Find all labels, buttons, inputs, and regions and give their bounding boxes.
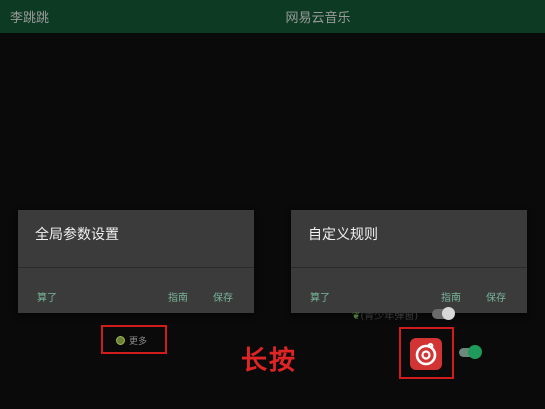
global-settings-dialog: 全局参数设置 算了 指南 保存 [18,210,254,313]
guide-button[interactable]: 指南 [168,289,188,304]
youth-mode-label: (青少年弹窗) [360,311,419,322]
more-button[interactable]: 更多 [101,325,167,354]
dialog-divider [18,267,254,268]
long-press-annotation: 长按 [241,346,298,376]
app-toggle[interactable] [459,345,482,359]
youth-mode-toggle[interactable] [432,307,455,320]
cancel-button[interactable]: 算了 [37,289,57,304]
netease-cloud-music-icon[interactable] [410,338,442,370]
dialog-title: 全局参数设置 [35,227,119,243]
save-button[interactable]: 保存 [213,289,233,304]
title-bar: 李跳跳 网易云音乐 [0,0,545,33]
more-dot-icon [116,336,125,345]
more-label: 更多 [129,337,148,347]
dialog-title: 自定义规则 [308,227,378,243]
guide-button[interactable]: 指南 [441,289,461,304]
save-button[interactable]: 保存 [486,289,506,304]
custom-rules-dialog: 自定义规则 算了 指南 保存 [291,210,527,313]
youth-mode-row: ❦(青少年弹窗) [352,307,418,322]
dialog-divider [291,267,527,268]
app-name-center: 网易云音乐 [285,11,351,26]
app-icon-highlight [399,327,454,379]
cancel-button[interactable]: 算了 [310,289,330,304]
